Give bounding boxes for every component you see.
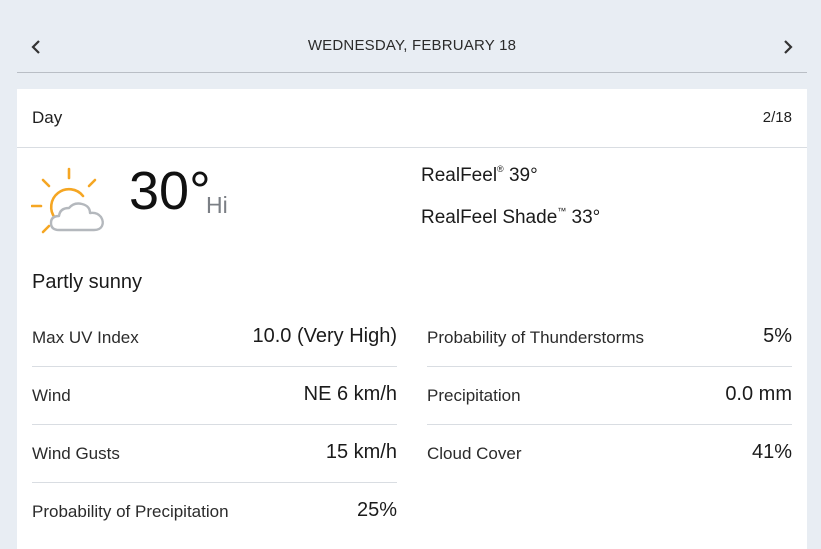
detail-label: Precipitation [427,386,521,405]
detail-value: 41% [751,441,792,463]
period-label: Day [32,108,63,127]
detail-value: 5% [763,325,792,347]
realfeel-shade-mark: ™ [557,206,567,216]
date-title: WEDNESDAY, FEBRUARY 18 [307,37,517,54]
detail-label: Wind Gusts [32,444,120,463]
weather-phrase: Partly sunny [32,271,143,293]
detail-row-wind-gusts: Wind Gusts 15 km/h [32,425,397,483]
temperature-label: Hi [206,192,228,218]
detail-label: Cloud Cover [427,444,522,463]
short-date: 2/18 [762,109,792,126]
detail-row-probability-of-thunderstorms: Probability of Thunderstorms 5% [427,309,792,367]
detail-value: 0.0 mm [725,383,792,405]
details-left: Max UV Index 10.0 (Very High) Wind NE 6 … [32,309,397,540]
temperature: 30° [129,161,211,221]
detail-label: Probability of Precipitation [32,502,229,521]
realfeel-mark: ® [497,164,504,174]
detail-value: 10.0 (Very High) [252,325,397,347]
realfeel-shade-value: 33° [571,207,601,228]
card-header: Day 2/18 [17,89,807,148]
realfeel-value: 39° [508,165,538,186]
detail-value: 15 km/h [325,441,397,463]
detail-row-cloud-cover: Cloud Cover 41% [427,425,792,482]
realfeel: RealFeel® 39° [421,164,538,187]
detail-value: 25% [356,499,397,521]
realfeel-shade: RealFeel Shade™ 33° [421,206,600,229]
next-day-button[interactable] [778,34,798,60]
detail-row-probability-of-precipitation: Probability of Precipitation 25% [32,483,397,540]
details-right: Probability of Thunderstorms 5% Precipit… [427,309,792,482]
detail-row-wind: Wind NE 6 km/h [32,367,397,425]
forecast-card: Day 2/18 30° Hi RealFeel® 39° RealFeel S… [17,89,807,549]
detail-value: NE 6 km/h [303,383,397,405]
realfeel-label: RealFeel [421,165,498,186]
chevron-right-icon [784,40,793,54]
detail-row-precipitation: Precipitation 0.0 mm [427,367,792,425]
detail-row-max-uv-index: Max UV Index 10.0 (Very High) [32,309,397,367]
date-navigation: WEDNESDAY, FEBRUARY 18 [17,0,807,73]
detail-label: Probability of Thunderstorms [427,328,645,347]
partly-sunny-icon [31,167,104,234]
detail-label: Wind [32,386,71,405]
detail-label: Max UV Index [32,328,139,347]
realfeel-shade-label: RealFeel Shade [421,207,558,228]
